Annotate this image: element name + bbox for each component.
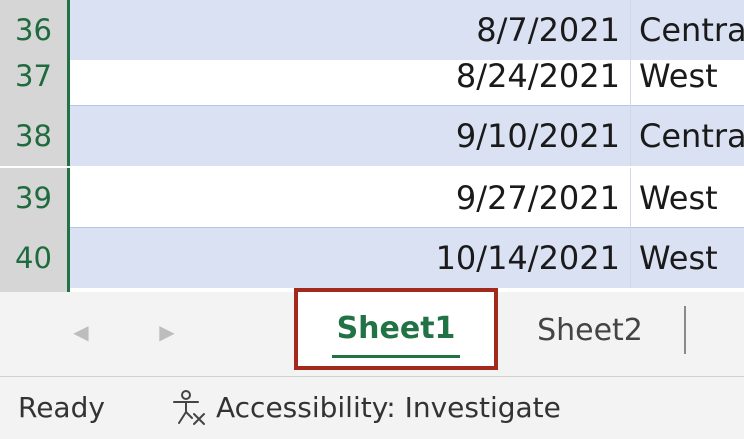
- row-header[interactable]: 37: [0, 46, 70, 106]
- row-header[interactable]: 38: [0, 106, 70, 166]
- status-ready: Ready: [18, 391, 105, 424]
- row-header[interactable]: 40: [0, 228, 70, 288]
- table-row: 39 9/27/2021 West: [0, 168, 744, 228]
- row-header[interactable]: 39: [0, 168, 70, 228]
- region-cell[interactable]: West: [631, 168, 744, 228]
- tab-sheet2[interactable]: Sheet2: [510, 292, 670, 370]
- status-bar: Ready Accessibility: Investigate: [0, 376, 744, 438]
- date-cell[interactable]: 8/24/2021: [70, 46, 631, 106]
- chevron-left-icon[interactable]: ◀: [66, 312, 96, 352]
- chevron-right-icon[interactable]: ▶: [152, 312, 182, 352]
- region-cell[interactable]: West: [631, 46, 744, 106]
- region-cell[interactable]: Central: [631, 106, 744, 166]
- date-cell[interactable]: 9/27/2021: [70, 168, 631, 228]
- spreadsheet-grid: 36 8/7/2021 Central 37 8/24/2021 West 38…: [0, 0, 744, 292]
- accessibility-status-label: Accessibility: Investigate: [216, 391, 561, 424]
- sheet-tab-bar: ◀ ▶ Sheet1 Sheet2: [0, 288, 744, 376]
- tab-sheet1[interactable]: Sheet1: [294, 288, 498, 370]
- tab-divider: [684, 306, 686, 354]
- table-row: 40 10/14/2021 West: [0, 228, 744, 288]
- accessibility-icon: [173, 390, 205, 425]
- date-cell[interactable]: 9/10/2021: [70, 106, 631, 166]
- table-row: 38 9/10/2021 Central: [0, 106, 744, 166]
- table-row: 37 8/24/2021 West: [0, 46, 744, 106]
- region-cell[interactable]: West: [631, 228, 744, 288]
- date-cell[interactable]: 10/14/2021: [70, 228, 631, 288]
- accessibility-status-button[interactable]: Accessibility: Investigate: [168, 377, 561, 439]
